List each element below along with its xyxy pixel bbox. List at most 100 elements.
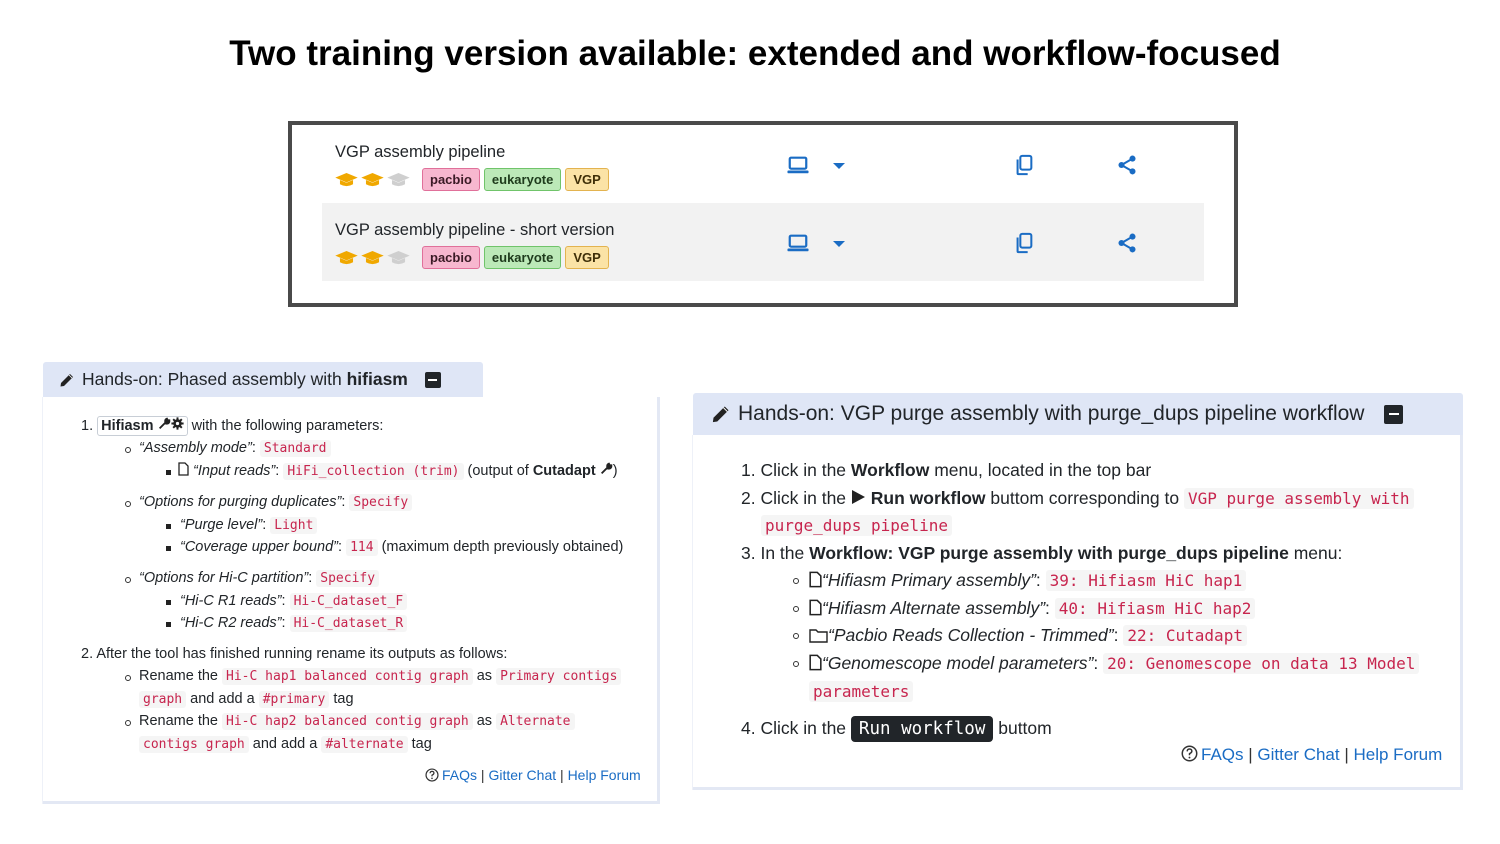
copy-icon[interactable] bbox=[1013, 232, 1035, 254]
text: Rename the bbox=[139, 713, 218, 729]
hands-on-header[interactable]: Hands-on: Phased assembly with hifiasm bbox=[43, 362, 483, 397]
copy-icon[interactable] bbox=[1013, 154, 1035, 176]
bullet bbox=[793, 578, 799, 584]
gitter-chat-link[interactable]: Gitter Chat bbox=[1257, 745, 1339, 764]
text: 3. In the bbox=[741, 543, 805, 563]
tutorial-row[interactable]: VGP assembly pipeline pacbio eukaryote V… bbox=[322, 125, 1204, 203]
gear-icon bbox=[170, 417, 184, 430]
minus-square-icon[interactable] bbox=[1384, 404, 1404, 424]
colon: : bbox=[308, 570, 313, 586]
paren: ) bbox=[612, 463, 618, 479]
laptop-icon[interactable] bbox=[787, 232, 809, 254]
param-value: Specify bbox=[316, 570, 380, 587]
caret-down-icon[interactable] bbox=[832, 161, 846, 171]
param-label: “Purge level” bbox=[180, 517, 263, 533]
colon: : bbox=[275, 463, 280, 479]
input-alternate: “Hifiasm Alternate assembly”: 40: Hifias… bbox=[809, 598, 1256, 619]
input-label: “Hifiasm Alternate assembly” bbox=[822, 598, 1046, 618]
param-note: (maximum depth previously obtained) bbox=[381, 539, 624, 555]
input-value: 20: Genomescope on data 13 Model bbox=[1103, 653, 1420, 674]
step-2-cont: purge_dups pipeline bbox=[761, 515, 953, 536]
minus-square-icon[interactable] bbox=[424, 371, 441, 388]
tag-eukaryote[interactable]: eukaryote bbox=[483, 246, 562, 269]
separator: | bbox=[1344, 745, 1349, 764]
tutorial-meta: pacbio eukaryote VGP bbox=[335, 246, 613, 269]
graduation-cap-icon bbox=[335, 172, 358, 186]
param-coverage: “Coverage upper bound”: 114 (maximum dep… bbox=[180, 539, 624, 556]
tutorial-row[interactable]: VGP assembly pipeline - short version pa… bbox=[322, 203, 1204, 281]
menu-name: Workflow bbox=[850, 460, 930, 480]
hands-on-header[interactable]: Hands-on: VGP purge assembly with purge_… bbox=[693, 393, 1463, 435]
param-input-reads: “Input reads”: HiFi_collection (trim) (o… bbox=[178, 462, 618, 480]
wrench-icon bbox=[600, 462, 612, 475]
file-icon bbox=[178, 462, 189, 476]
rename-alternate: Rename the Hi-C hap2 balanced contig gra… bbox=[139, 713, 575, 730]
bullet bbox=[166, 622, 171, 627]
workflow-name: purge_dups pipeline bbox=[761, 515, 953, 536]
input-reads: “Pacbio Reads Collection - Trimmed”: 22:… bbox=[809, 625, 1247, 646]
faqs-link[interactable]: FAQs bbox=[442, 767, 477, 783]
text: 2. Click in the bbox=[741, 488, 847, 508]
text: tag bbox=[333, 691, 354, 707]
hands-on-purge-workflow: Hands-on: VGP purge assembly with purge_… bbox=[693, 393, 1463, 790]
run-workflow-code: Run workflow bbox=[850, 716, 994, 742]
input-value: parameters bbox=[809, 681, 914, 702]
dataset-name: Hi-C hap2 balanced contig graph bbox=[222, 713, 473, 730]
param-assembly-mode: “Assembly mode”: Standard bbox=[139, 440, 331, 457]
new-name: graph bbox=[139, 691, 187, 708]
tag-pacbio[interactable]: pacbio bbox=[422, 168, 480, 191]
param-hic-r2: “Hi-C R2 reads”: Hi-C_dataset_R bbox=[180, 615, 408, 632]
rename-alternate-cont: contigs graph and add a #alternate tag bbox=[139, 736, 432, 753]
param-value: Light bbox=[270, 517, 318, 534]
hands-on-hifiasm: Hands-on: Phased assembly with hifiasm 1… bbox=[43, 362, 660, 804]
tag-vgp[interactable]: VGP bbox=[565, 246, 609, 269]
question-circle-icon bbox=[1181, 745, 1198, 762]
help-links: FAQs | Gitter Chat | Help Forum bbox=[1181, 745, 1442, 765]
slide-title: Two training version available: extended… bbox=[229, 34, 1281, 73]
gitter-chat-link[interactable]: Gitter Chat bbox=[488, 767, 556, 783]
text: menu: bbox=[1293, 543, 1343, 563]
tag-name: #primary bbox=[258, 691, 330, 708]
param-hic-r1: “Hi-C R1 reads”: Hi-C_dataset_F bbox=[180, 593, 408, 610]
text: buttom corresponding to bbox=[990, 488, 1180, 508]
tool-name: Cutadapt bbox=[532, 463, 596, 479]
param-label: “Options for purging duplicates” bbox=[139, 494, 342, 510]
faqs-link[interactable]: FAQs bbox=[1201, 745, 1244, 764]
hands-on-tool: hifiasm bbox=[346, 369, 408, 389]
help-forum-link[interactable]: Help Forum bbox=[568, 767, 641, 783]
tag-pacbio[interactable]: pacbio bbox=[422, 246, 480, 269]
caret-down-icon[interactable] bbox=[832, 239, 846, 249]
param-label: “Hi-C R1 reads” bbox=[180, 593, 282, 609]
help-forum-link[interactable]: Help Forum bbox=[1354, 745, 1443, 764]
play-icon bbox=[851, 490, 865, 504]
tutorial-list: VGP assembly pipeline pacbio eukaryote V… bbox=[288, 121, 1238, 307]
param-hic: “Options for Hi-C partition”: Specify bbox=[139, 570, 380, 587]
text: as bbox=[476, 668, 493, 684]
tag-list: pacbio eukaryote VGP bbox=[422, 246, 613, 269]
colon: : bbox=[251, 440, 256, 456]
step-2: 2. Click in the Run workflow buttom corr… bbox=[741, 488, 1414, 509]
tag-vgp[interactable]: VGP bbox=[565, 168, 609, 191]
hands-on-body: 1. Click in the Workflow menu, located i… bbox=[693, 435, 1463, 790]
bullet bbox=[166, 600, 171, 605]
colon: : bbox=[281, 615, 286, 631]
param-label: “Input reads” bbox=[193, 463, 276, 479]
text: buttom bbox=[998, 718, 1052, 738]
bullet bbox=[125, 720, 131, 726]
bullet bbox=[166, 524, 171, 529]
tag-eukaryote[interactable]: eukaryote bbox=[483, 168, 562, 191]
laptop-icon[interactable] bbox=[787, 154, 809, 176]
button-name: Run workflow bbox=[870, 488, 986, 508]
share-icon[interactable] bbox=[1116, 154, 1138, 176]
new-name: Alternate bbox=[496, 713, 575, 730]
tutorial-name[interactable]: VGP assembly pipeline - short version bbox=[335, 221, 614, 240]
file-icon bbox=[809, 599, 822, 616]
file-icon bbox=[809, 654, 822, 671]
tool-link-hifiasm[interactable]: Hifiasm bbox=[97, 416, 188, 436]
bullet bbox=[793, 633, 799, 639]
share-icon[interactable] bbox=[1116, 232, 1138, 254]
tutorial-name[interactable]: VGP assembly pipeline bbox=[335, 143, 505, 162]
tag-name: #alternate bbox=[321, 736, 408, 753]
param-value: Hi-C_dataset_F bbox=[289, 593, 408, 610]
input-genomescope: “Genomescope model parameters”: 20: Geno… bbox=[809, 653, 1420, 674]
